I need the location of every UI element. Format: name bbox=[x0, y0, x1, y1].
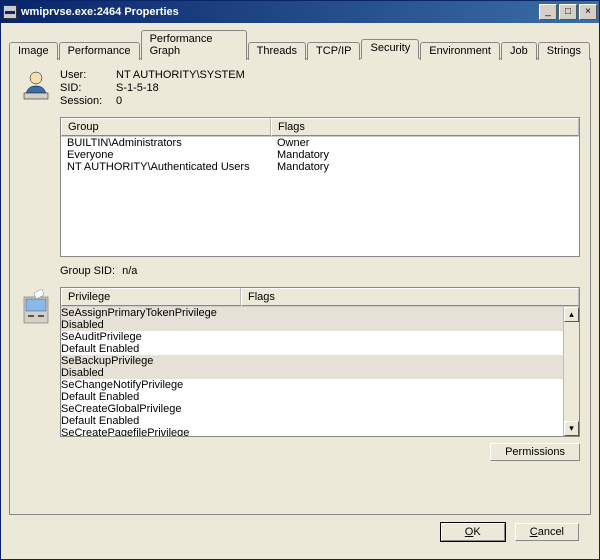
privilege-name-cell: SeAuditPrivilege bbox=[61, 331, 241, 343]
tab-job[interactable]: Job bbox=[501, 42, 537, 60]
groups-header-group[interactable]: Group bbox=[61, 118, 271, 136]
privilege-flags-cell: Default Enabled bbox=[61, 415, 563, 427]
priv-header-privilege[interactable]: Privilege bbox=[61, 288, 241, 306]
minimize-button[interactable]: _ bbox=[539, 4, 557, 20]
tab-environment[interactable]: Environment bbox=[420, 42, 500, 60]
scroll-up-icon[interactable]: ▴ bbox=[564, 307, 579, 322]
table-row[interactable]: SeAuditPrivilegeDefault Enabled bbox=[61, 331, 563, 355]
privileges-area: Privilege Flags SeAssignPrimaryTokenPriv… bbox=[20, 287, 580, 437]
tab-panel-security: User: NT AUTHORITY\SYSTEM SID: S-1-5-18 … bbox=[9, 58, 591, 515]
group-sid-label: Group SID: bbox=[60, 265, 115, 277]
group-flags-cell: Mandatory bbox=[271, 161, 579, 173]
titlebar[interactable]: wmiprvse.exe:2464 Properties _ □ × bbox=[1, 1, 599, 23]
user-icon bbox=[20, 69, 52, 101]
table-row[interactable]: SeCreateGlobalPrivilegeDefault Enabled bbox=[61, 403, 563, 427]
ok-button[interactable]: OK bbox=[441, 523, 505, 541]
tab-image[interactable]: Image bbox=[9, 42, 58, 60]
privilege-name-cell: SeAssignPrimaryTokenPrivilege bbox=[61, 307, 241, 319]
privilege-flags-cell: Disabled bbox=[61, 319, 563, 331]
table-row[interactable]: BUILTIN\AdministratorsOwner bbox=[61, 137, 579, 149]
group-name-cell: BUILTIN\Administrators bbox=[61, 137, 271, 149]
cancel-button[interactable]: Cancel bbox=[515, 523, 579, 541]
tab-tcp/ip[interactable]: TCP/IP bbox=[307, 42, 360, 60]
scroll-down-icon[interactable]: ▾ bbox=[564, 421, 579, 436]
close-button[interactable]: × bbox=[579, 4, 597, 20]
dialog-buttons: OK Cancel bbox=[9, 515, 591, 551]
groups-body[interactable]: BUILTIN\AdministratorsOwnerEveryoneManda… bbox=[61, 137, 579, 173]
privilege-name-cell: SeCreatePagefilePrivilege bbox=[61, 427, 241, 436]
privilege-flags-cell: Default Enabled bbox=[61, 391, 563, 403]
table-row[interactable]: NT AUTHORITY\Authenticated UsersMandator… bbox=[61, 161, 579, 173]
tab-performance-graph[interactable]: Performance Graph bbox=[141, 30, 247, 60]
privilege-flags-cell: Disabled bbox=[61, 367, 563, 379]
tab-threads[interactable]: Threads bbox=[248, 42, 306, 60]
group-flags-cell: Mandatory bbox=[271, 149, 579, 161]
permissions-row: Permissions bbox=[60, 443, 580, 461]
tab-performance[interactable]: Performance bbox=[59, 42, 140, 60]
token-info: User: NT AUTHORITY\SYSTEM SID: S-1-5-18 … bbox=[20, 69, 580, 107]
group-name-cell: NT AUTHORITY\Authenticated Users bbox=[61, 161, 271, 173]
privileges-header[interactable]: Privilege Flags bbox=[61, 288, 579, 307]
privilege-name-cell: SeChangeNotifyPrivilege bbox=[61, 379, 241, 391]
properties-window: wmiprvse.exe:2464 Properties _ □ × Image… bbox=[0, 0, 600, 560]
table-row[interactable]: SeCreatePagefilePrivilegeDefault Enabled bbox=[61, 427, 563, 436]
tab-strings[interactable]: Strings bbox=[538, 42, 590, 60]
user-value: NT AUTHORITY\SYSTEM bbox=[116, 69, 245, 81]
maximize-button[interactable]: □ bbox=[559, 4, 577, 20]
tab-strip: ImagePerformancePerformance GraphThreads… bbox=[9, 29, 591, 59]
privilege-flags-cell: Default Enabled bbox=[61, 343, 563, 355]
privileges-icon bbox=[20, 287, 52, 327]
window-title: wmiprvse.exe:2464 Properties bbox=[21, 6, 539, 18]
sid-value: S-1-5-18 bbox=[116, 82, 245, 94]
group-sid-value: n/a bbox=[122, 265, 137, 277]
privilege-name-cell: SeCreateGlobalPrivilege bbox=[61, 403, 241, 415]
table-row[interactable]: SeChangeNotifyPrivilegeDefault Enabled bbox=[61, 379, 563, 403]
group-flags-cell: Owner bbox=[271, 137, 579, 149]
groups-header[interactable]: Group Flags bbox=[61, 118, 579, 137]
sid-label: SID: bbox=[60, 82, 110, 94]
user-label: User: bbox=[60, 69, 110, 81]
table-row[interactable]: SeBackupPrivilegeDisabled bbox=[61, 355, 563, 379]
group-name-cell: Everyone bbox=[61, 149, 271, 161]
table-row[interactable]: EveryoneMandatory bbox=[61, 149, 579, 161]
privilege-name-cell: SeBackupPrivilege bbox=[61, 355, 241, 367]
permissions-button[interactable]: Permissions bbox=[490, 443, 580, 461]
groups-header-flags[interactable]: Flags bbox=[271, 118, 579, 136]
group-sid-row: Group SID: n/a bbox=[60, 265, 580, 277]
window-buttons: _ □ × bbox=[539, 4, 597, 20]
tab-security[interactable]: Security bbox=[361, 39, 419, 59]
app-icon bbox=[3, 5, 17, 19]
priv-header-flags[interactable]: Flags bbox=[241, 288, 579, 306]
table-row[interactable]: SeAssignPrimaryTokenPrivilegeDisabled bbox=[61, 307, 563, 331]
session-value: 0 bbox=[116, 95, 245, 107]
client-area: ImagePerformancePerformance GraphThreads… bbox=[1, 23, 599, 559]
session-label: Session: bbox=[60, 95, 110, 107]
priv-scrollbar[interactable]: ▴ ▾ bbox=[563, 307, 579, 436]
privileges-list[interactable]: Privilege Flags SeAssignPrimaryTokenPriv… bbox=[60, 287, 580, 437]
privileges-body[interactable]: SeAssignPrimaryTokenPrivilegeDisabledSeA… bbox=[61, 307, 579, 436]
groups-list[interactable]: Group Flags BUILTIN\AdministratorsOwnerE… bbox=[60, 117, 580, 257]
